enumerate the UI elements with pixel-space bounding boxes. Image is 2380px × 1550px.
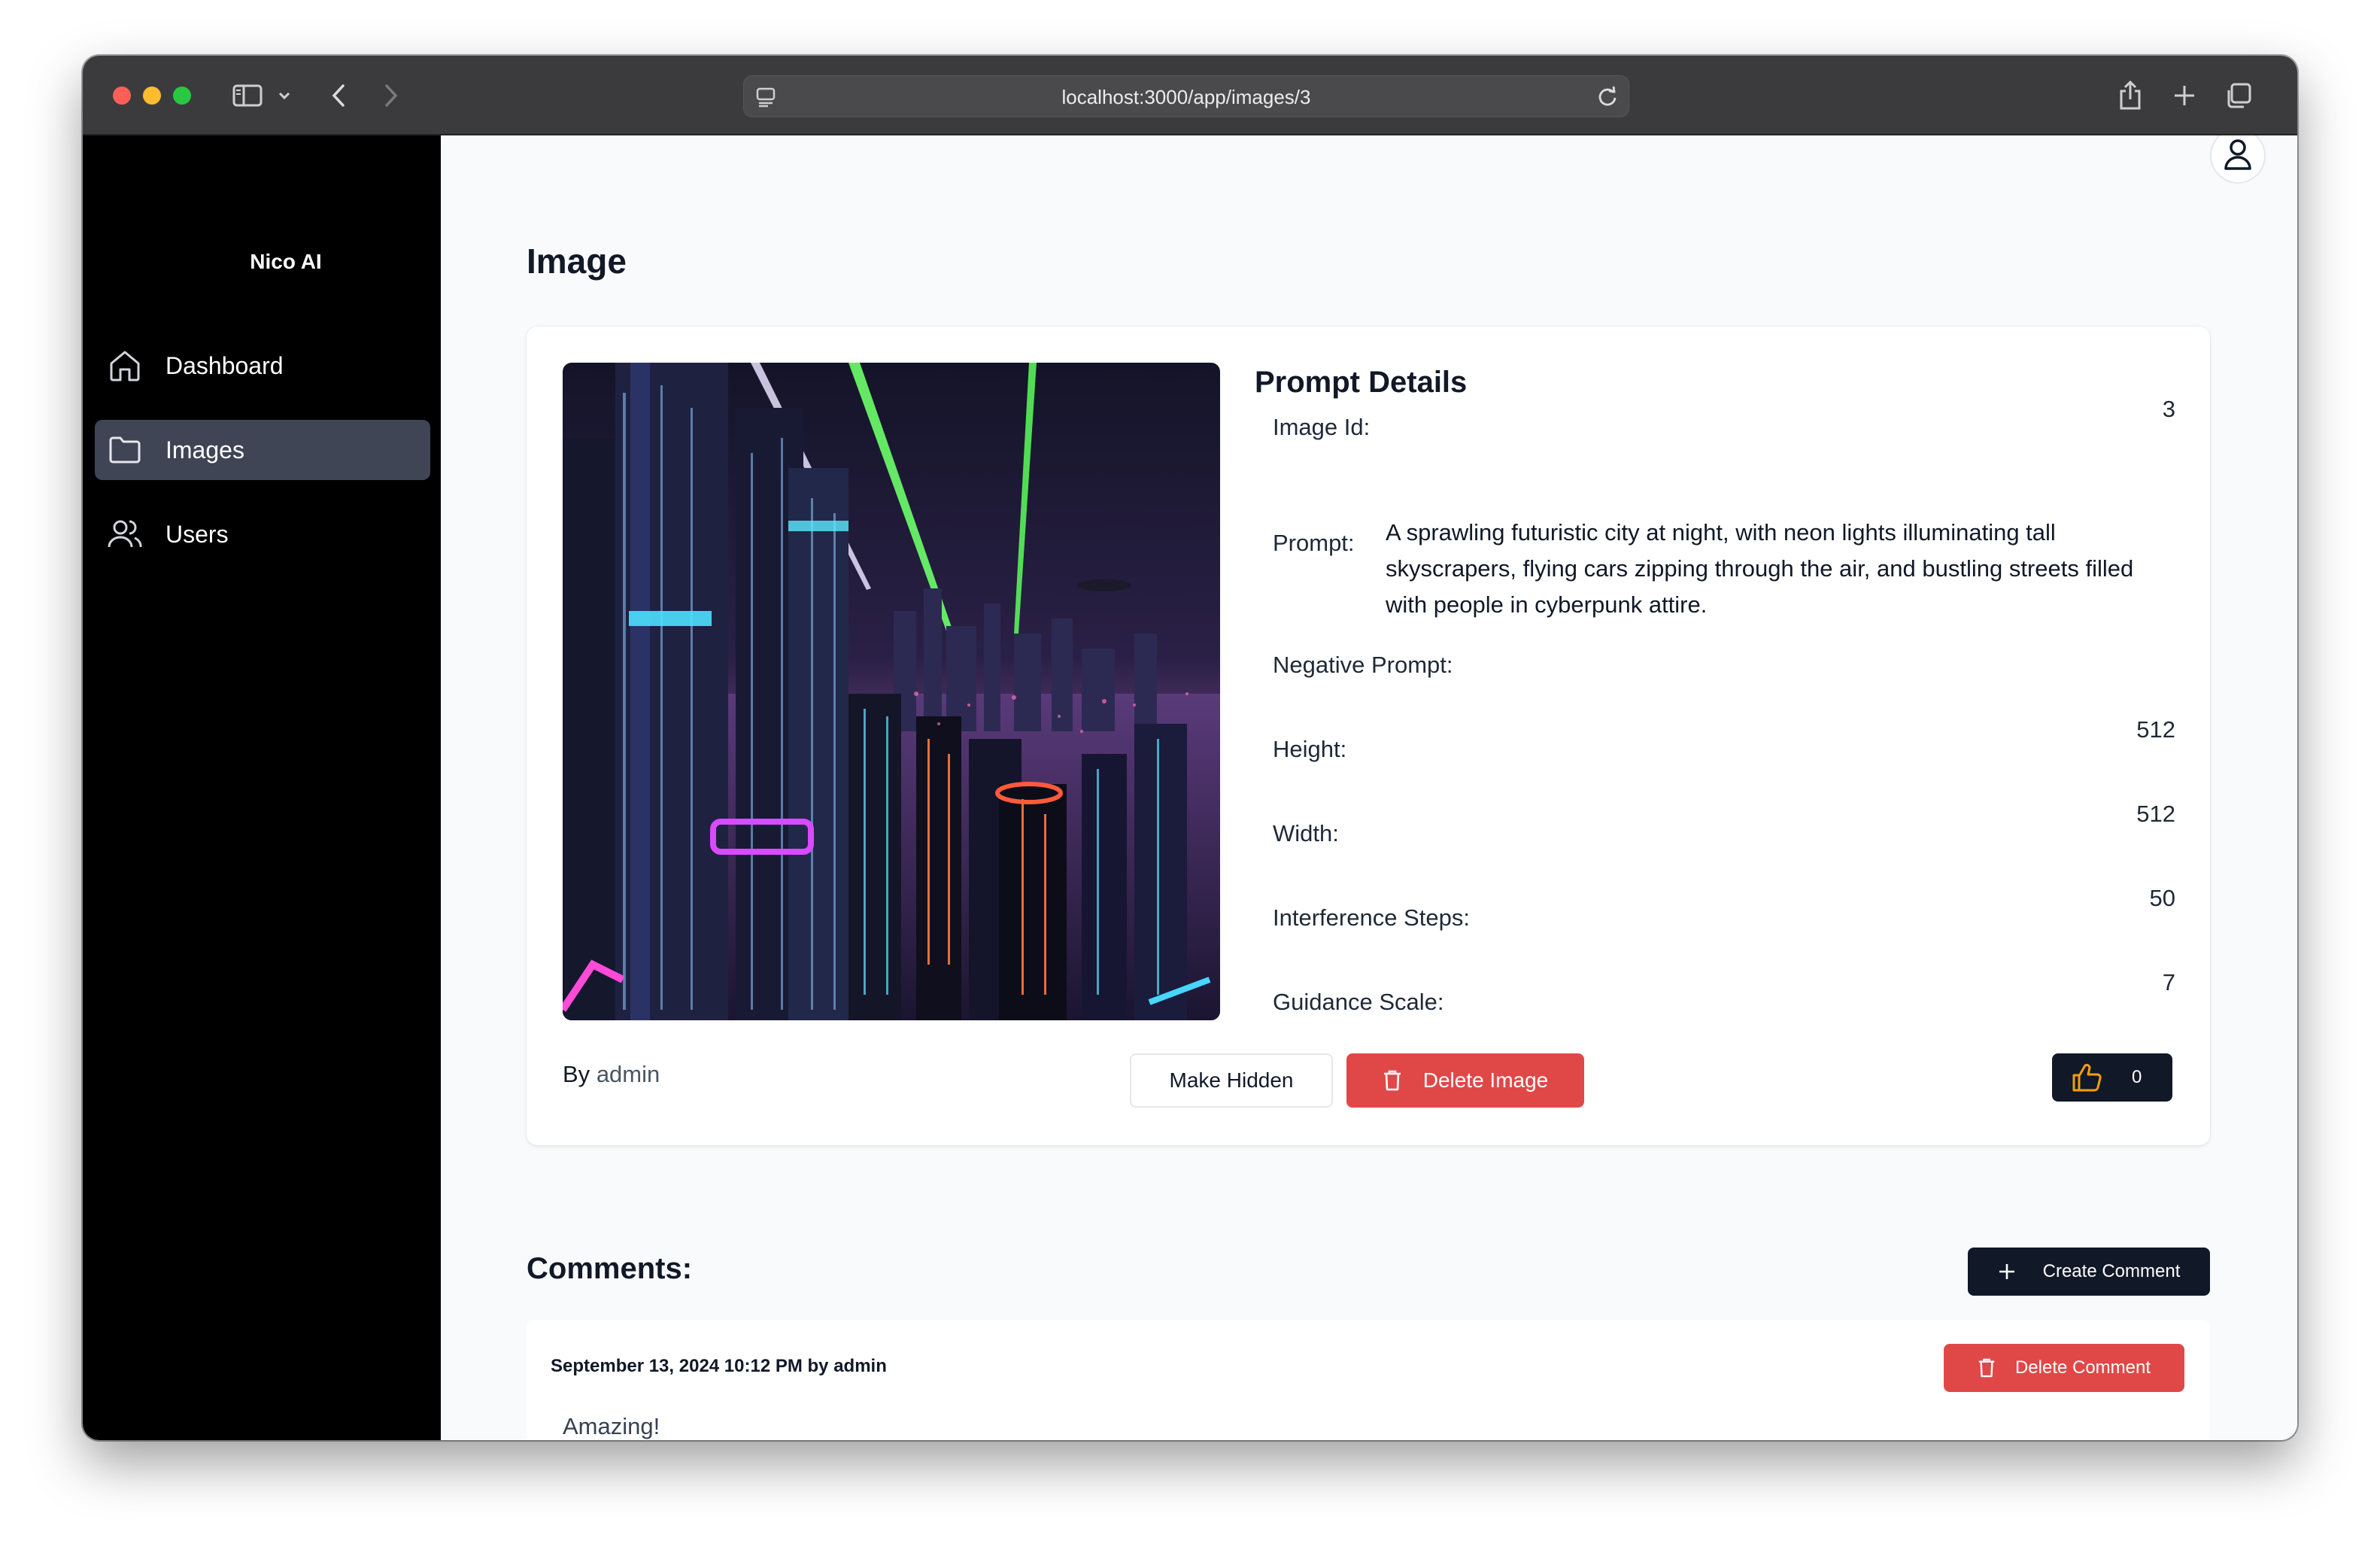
back-arrow-icon[interactable]	[323, 78, 354, 113]
detail-row-steps: Interference Steps: 50	[1273, 885, 2175, 931]
delete-image-button[interactable]: Delete Image	[1346, 1053, 1584, 1108]
chevron-down-icon[interactable]	[275, 78, 293, 113]
detail-row-negative-prompt: Negative Prompt:	[1273, 652, 2175, 688]
user-icon	[2223, 138, 2253, 175]
sidebar-toggle-icon[interactable]	[230, 78, 265, 113]
url-text: localhost:3000/app/images/3	[1061, 86, 1311, 108]
sidebar-item-dashboard[interactable]: Dashboard	[95, 336, 430, 396]
home-icon	[107, 348, 143, 384]
trash-icon	[1978, 1357, 1996, 1378]
sidebar-item-label: Dashboard	[165, 351, 284, 379]
detail-label: Interference Steps:	[1273, 904, 1470, 931]
page-title: Image	[527, 242, 627, 281]
prompt-text: A sprawling futuristic city at night, wi…	[1386, 519, 2134, 618]
detail-value: 7	[2162, 969, 2175, 995]
plus-icon	[1998, 1263, 2016, 1281]
detail-row-image-id: Image Id: 3	[1273, 396, 2175, 440]
detail-value: 512	[2136, 716, 2175, 743]
detail-row-height: Height: 512	[1273, 716, 2175, 762]
sidebar-item-images[interactable]: Images	[95, 420, 430, 480]
address-bar[interactable]: localhost:3000/app/images/3	[743, 75, 1629, 117]
brand-name: Nico AI	[250, 250, 322, 273]
user-menu-button[interactable]	[2210, 135, 2266, 184]
detail-label: Image Id:	[1273, 414, 1371, 440]
reload-icon[interactable]	[1595, 85, 1620, 113]
detail-label: Height:	[1273, 736, 1347, 762]
sidebar-item-label: Users	[165, 520, 229, 548]
close-window-button[interactable]	[113, 87, 131, 105]
minimize-window-button[interactable]	[143, 87, 161, 105]
forward-arrow-icon[interactable]	[376, 78, 406, 113]
share-icon[interactable]	[2114, 78, 2147, 113]
comments-title: Comments:	[527, 1252, 693, 1285]
by-label: By	[563, 1061, 590, 1087]
create-comment-label: Create Comment	[2042, 1261, 2181, 1281]
detail-row-width: Width: 512	[1273, 801, 2175, 846]
comment-body: Amazing!	[563, 1413, 660, 1439]
create-comment-button[interactable]: Create Comment	[1968, 1248, 2210, 1296]
browser-titlebar: localhost:3000/app/images/3	[83, 56, 2297, 135]
tab-overview-icon[interactable]	[2222, 78, 2255, 113]
image-card: Prompt Details Image Id: 3 Prompt: A spr…	[527, 327, 2210, 1145]
thumbs-up-icon	[2072, 1063, 2102, 1092]
zoom-window-button[interactable]	[173, 87, 191, 105]
users-icon	[107, 516, 143, 552]
trash-icon	[1383, 1069, 1402, 1092]
prompt-details-title: Prompt Details	[1255, 366, 1468, 399]
sidebar-item-label: Images	[165, 436, 244, 463]
generated-image	[563, 363, 1220, 1020]
detail-label: Width:	[1273, 820, 1339, 846]
new-tab-icon[interactable]	[2168, 78, 2201, 113]
detail-row-guidance: Guidance Scale: 7	[1273, 969, 2175, 1015]
browser-window: localhost:3000/app/images/3 Nico AI Dash…	[83, 56, 2297, 1440]
detail-value: 50	[2149, 885, 2175, 911]
sidebar: Nico AI Dashboard Images Users	[83, 135, 441, 1440]
detail-value: 512	[2136, 801, 2175, 827]
folder-icon	[107, 432, 143, 468]
make-hidden-button[interactable]: Make Hidden	[1130, 1053, 1333, 1108]
comment-card: September 13, 2024 10:12 PM by admin Ama…	[527, 1320, 2210, 1440]
author-link[interactable]: admin	[597, 1061, 660, 1087]
detail-value: 3	[2162, 396, 2175, 422]
comment-meta: September 13, 2024 10:12 PM by admin	[551, 1356, 887, 1376]
delete-image-label: Delete Image	[1422, 1068, 1549, 1092]
main-content: Image Prompt Details Image Id: 3 Prompt:…	[441, 135, 2297, 1440]
delete-comment-button[interactable]: Delete Comment	[1944, 1344, 2184, 1392]
like-button[interactable]: 0	[2052, 1053, 2172, 1102]
image-byline: By admin	[563, 1061, 660, 1088]
like-count: 0	[2132, 1067, 2142, 1087]
delete-comment-label: Delete Comment	[2014, 1357, 2151, 1378]
detail-label: Prompt:	[1273, 530, 1355, 556]
detail-label: Guidance Scale:	[1273, 989, 1444, 1015]
detail-label: Negative Prompt:	[1273, 652, 1453, 678]
sidebar-item-users[interactable]: Users	[95, 504, 430, 564]
